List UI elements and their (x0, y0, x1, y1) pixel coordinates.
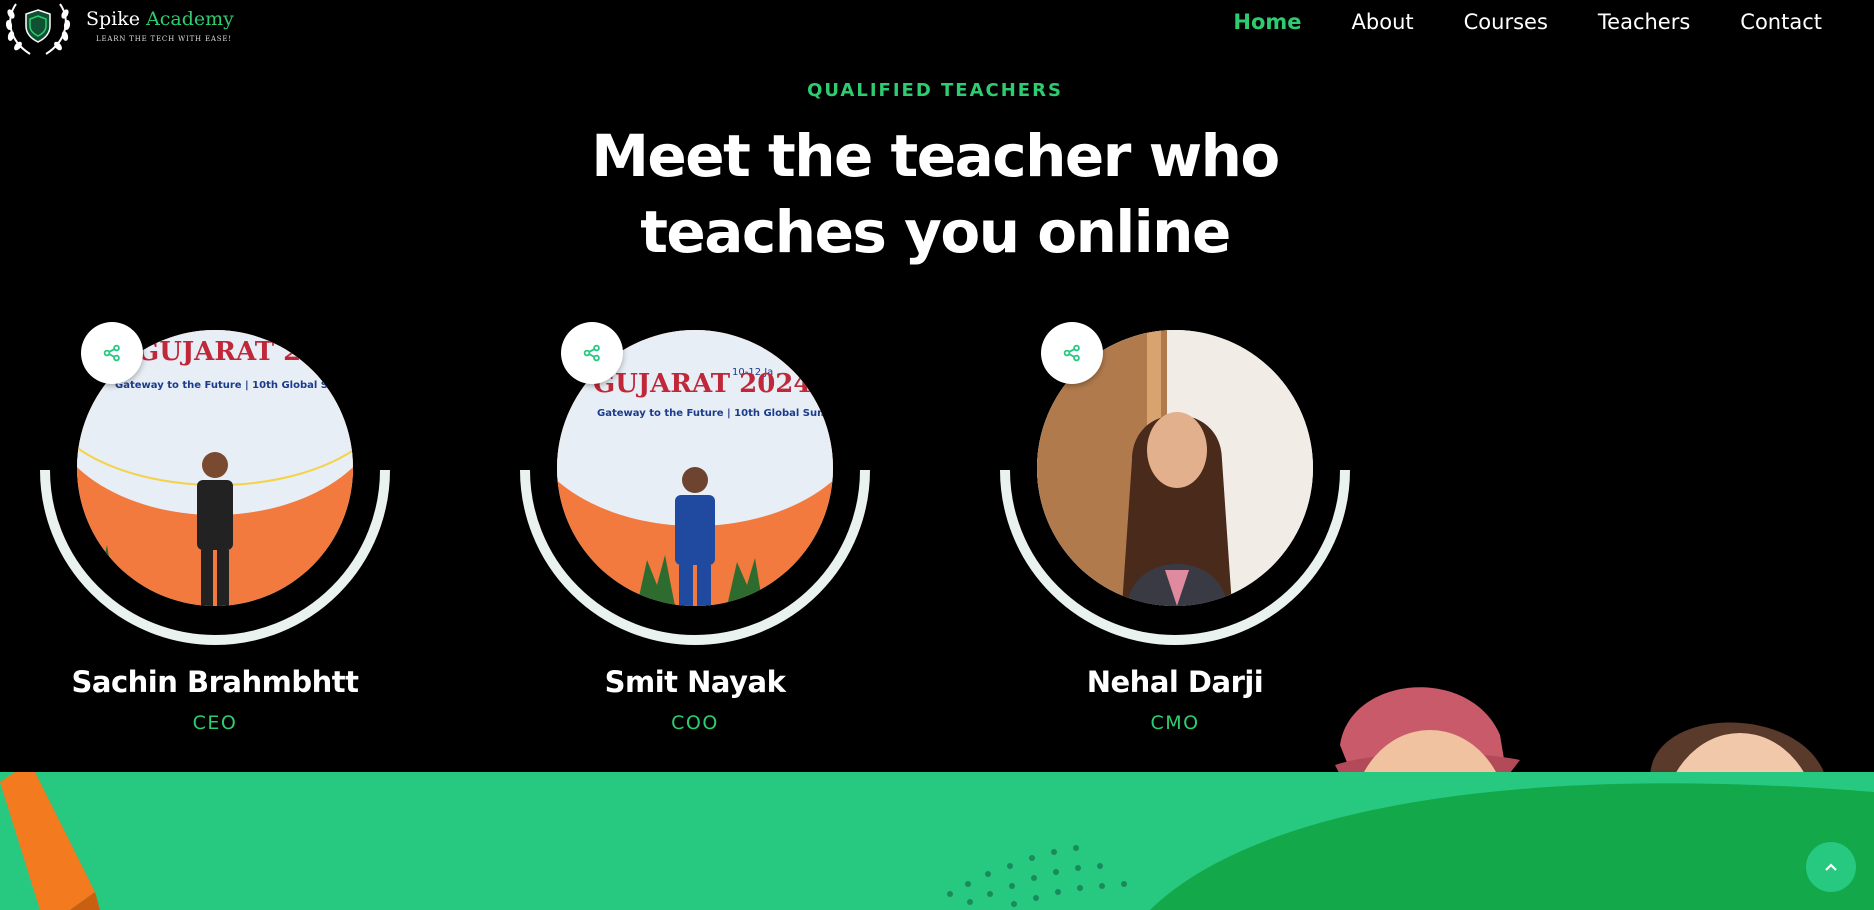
teacher-role: CEO (192, 712, 238, 734)
nav-courses[interactable]: Courses (1464, 10, 1548, 34)
laurel-shield-icon (5, 3, 71, 55)
band-decoration (0, 772, 1874, 910)
teacher-card: Nehal Darji CMO (995, 320, 1355, 740)
teacher-role: COO (671, 712, 719, 734)
svg-text:GUJARAT 2024: GUJARAT 2024 (593, 369, 811, 399)
teacher-name: Nehal Darji (1086, 665, 1264, 699)
main-nav: Home About Courses Teachers Contact (1233, 10, 1822, 34)
section-title: Meet the teacher who teaches you online (591, 122, 1280, 266)
share-button[interactable] (1041, 322, 1103, 384)
chevron-up-icon (1825, 863, 1837, 871)
teacher-card: GUJARAT 20 Gateway to the Future | 10th … (35, 320, 395, 740)
share-button[interactable] (561, 322, 623, 384)
teacher-role: CMO (1150, 712, 1200, 734)
svg-text:Gateway to the Future | 10th G: Gateway to the Future | 10th Global Summ… (115, 380, 353, 391)
section-eyebrow: QUALIFIED TEACHERS (807, 80, 1063, 101)
share-button[interactable] (81, 322, 143, 384)
brand-logo[interactable]: Spike Academy LEARN THE TECH WITH EASE! (2, 0, 234, 64)
nav-contact[interactable]: Contact (1740, 10, 1822, 34)
teacher-name: Sachin Brahmbhtt (71, 665, 359, 699)
brand-name: Spike Academy (86, 8, 234, 30)
nav-about[interactable]: About (1352, 10, 1414, 34)
share-icon (583, 344, 600, 362)
hero-band (0, 772, 1874, 910)
share-icon (103, 344, 120, 362)
teacher-card: 10-12 Ja GUJARAT 2024 Gateway to the Fut… (515, 320, 875, 740)
teacher-name: Smit Nayak (604, 665, 786, 699)
share-icon (1063, 344, 1080, 362)
site-header: Spike Academy LEARN THE TECH WITH EASE! … (0, 0, 1874, 55)
nav-teachers[interactable]: Teachers (1598, 10, 1690, 34)
nav-home[interactable]: Home (1233, 10, 1301, 34)
svg-text:Gateway to the Future | 10th G: Gateway to the Future | 10th Global Summ… (597, 408, 833, 419)
brand-tagline: LEARN THE TECH WITH EASE! (96, 35, 232, 43)
scroll-top-button[interactable] (1806, 842, 1856, 892)
